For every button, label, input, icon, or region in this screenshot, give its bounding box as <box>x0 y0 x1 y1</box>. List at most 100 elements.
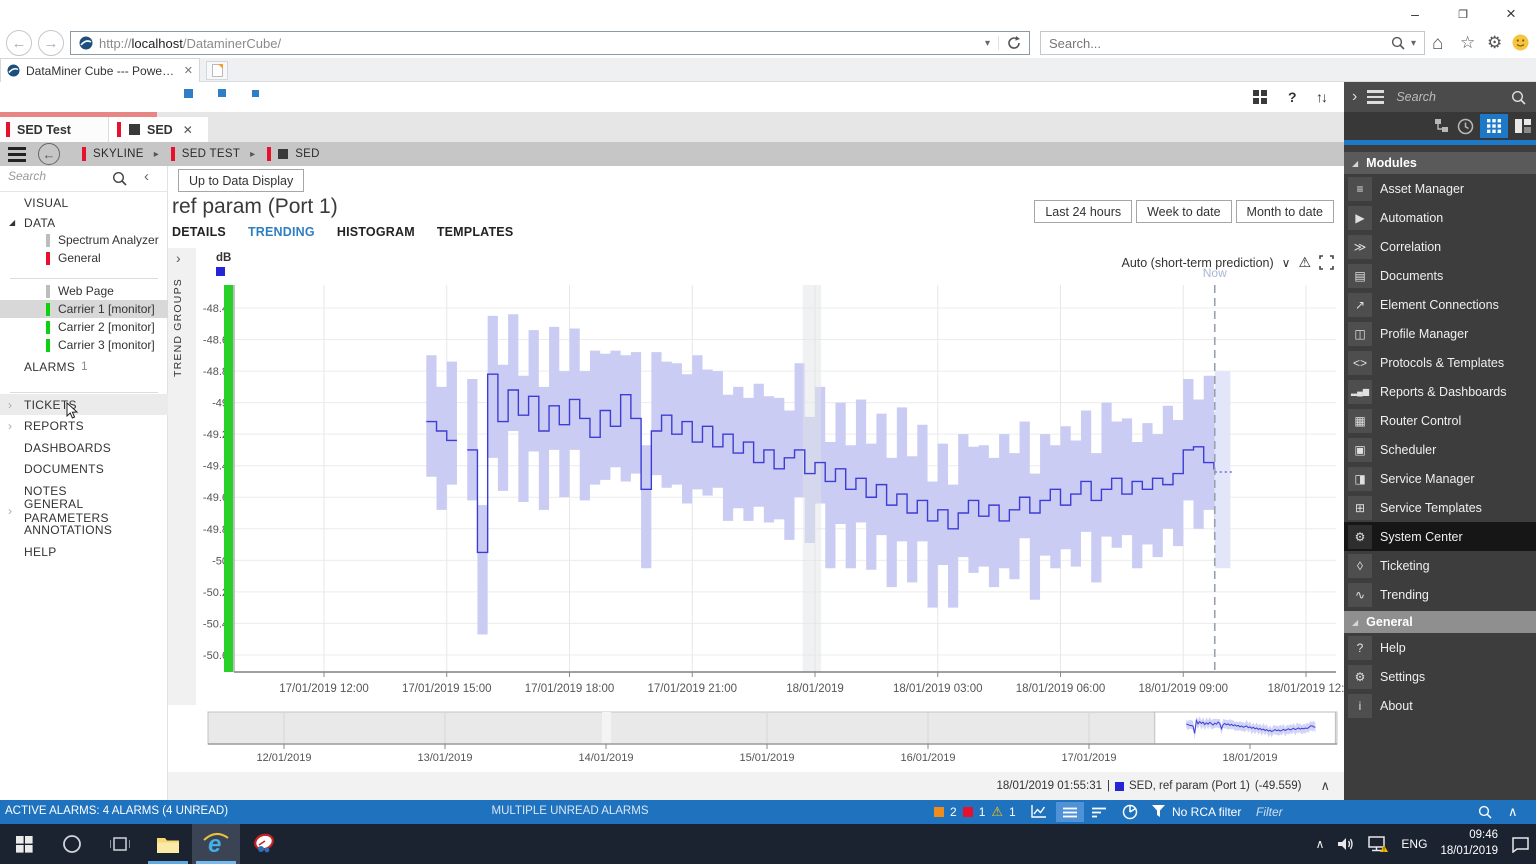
browser-search-input[interactable] <box>1041 36 1385 51</box>
tray-chevron-up-icon[interactable]: ∧ <box>1316 837 1325 851</box>
volume-icon[interactable] <box>1337 836 1355 852</box>
sidebar-item-tickets[interactable]: ›TICKETS <box>0 394 168 415</box>
dataminer-taskbar-icon[interactable] <box>240 824 288 864</box>
browser-tab[interactable]: DataMiner Cube --- Powere... ✕ <box>0 58 200 82</box>
module-asset-manager[interactable]: ≡Asset Manager <box>1344 174 1536 203</box>
sidebar-item-carrier-1-monitor-[interactable]: Carrier 1 [monitor] <box>0 300 168 318</box>
module-router-control[interactable]: ▦Router Control <box>1344 406 1536 435</box>
up-to-data-display-button[interactable]: Up to Data Display <box>178 169 304 192</box>
trend-groups-expander-icon[interactable]: › <box>176 250 181 266</box>
breadcrumb-back-icon[interactable]: ← <box>38 143 60 165</box>
sidebar-item-general[interactable]: General <box>0 249 168 267</box>
layout-view-icon[interactable] <box>1514 118 1532 134</box>
settings-gear-icon[interactable]: ⚙ <box>1487 33 1502 53</box>
history-clock-icon[interactable] <box>1457 118 1474 135</box>
browser-forward-button[interactable]: → <box>38 30 64 56</box>
sidebar-item-carrier-3-monitor-[interactable]: Carrier 3 [monitor] <box>0 336 168 354</box>
section-collapse-icon[interactable]: ◢ <box>1352 159 1358 168</box>
sidebar-item-alarms[interactable]: ALARMS1 <box>0 356 168 377</box>
tab-histogram[interactable]: HISTOGRAM <box>337 225 415 239</box>
sidebar-search-input[interactable] <box>8 169 108 183</box>
week-to-date-button[interactable]: Week to date <box>1136 200 1231 223</box>
sidebar-search[interactable]: ‹ <box>0 166 168 192</box>
action-center-icon[interactable] <box>1511 836 1530 853</box>
module-system-center[interactable]: ⚙System Center <box>1344 522 1536 551</box>
cortana-button[interactable] <box>48 824 96 864</box>
section-collapse-icon[interactable]: ◢ <box>1352 618 1358 627</box>
tab-close-icon[interactable]: ✕ <box>184 64 193 77</box>
module-help[interactable]: ?Help <box>1344 633 1536 662</box>
breadcrumb-arrow-icon[interactable]: ▸ <box>250 149 255 160</box>
workspace-tab-sed-test[interactable]: SED Test <box>0 117 108 142</box>
module-service-manager[interactable]: ◨Service Manager <box>1344 464 1536 493</box>
collapse-panel-icon[interactable]: › <box>1352 88 1357 106</box>
module-about[interactable]: iAbout <box>1344 691 1536 720</box>
alarm-counts[interactable]: 21⚠1 <box>934 800 1016 824</box>
sidebar-item-general-parameters[interactable]: ›GENERAL PARAMETERS <box>0 500 168 521</box>
tab-details[interactable]: DETAILS <box>172 225 226 239</box>
sort-icon[interactable] <box>1092 806 1107 824</box>
sidebar-item-web-page[interactable]: Web Page <box>0 282 168 300</box>
file-explorer-button[interactable] <box>144 824 192 864</box>
internet-explorer-button[interactable]: e <box>192 824 240 864</box>
panel-search-input[interactable] <box>1396 90 1478 104</box>
module-profile-manager[interactable]: ◫Profile Manager <box>1344 319 1536 348</box>
module-scheduler[interactable]: ▣Scheduler <box>1344 435 1536 464</box>
home-icon[interactable]: ⌂ <box>1432 33 1443 55</box>
sidebar-item-visual[interactable]: VISUAL <box>0 192 168 213</box>
search-dropdown-icon[interactable]: ▾ <box>1411 38 1424 49</box>
trend-chart[interactable]: -48.4-48.6-48.8-49-49.2-49.4-49.6-49.8-5… <box>196 248 1344 708</box>
browser-back-button[interactable]: ← <box>6 30 32 56</box>
collapse-sidebar-icon[interactable]: ‹ <box>144 168 149 185</box>
sidebar-item-carrier-2-monitor-[interactable]: Carrier 2 [monitor] <box>0 318 168 336</box>
apps-grid-icon[interactable] <box>1253 90 1267 109</box>
favorites-star-icon[interactable]: ☆ <box>1460 33 1475 53</box>
module-reports-dashboards[interactable]: ▂▄▆Reports & Dashboards <box>1344 377 1536 406</box>
module-service-templates[interactable]: ⊞Service Templates <box>1344 493 1536 522</box>
start-button[interactable] <box>0 824 48 864</box>
grid-view-icon[interactable] <box>1480 114 1508 138</box>
chevron-up-icon[interactable]: ∧ <box>1508 804 1518 820</box>
new-tab-button[interactable] <box>206 61 228 80</box>
active-alarms-text[interactable]: ACTIVE ALARMS: 4 ALARMS (4 UNREAD) <box>5 805 228 817</box>
search-icon[interactable] <box>112 171 127 191</box>
sidebar-item-dashboards[interactable]: DASHBOARDS <box>0 437 168 458</box>
tree-expanded-icon[interactable]: ◢ <box>9 218 15 227</box>
alarm-trend-icon[interactable] <box>1030 803 1048 825</box>
rca-filter-label[interactable]: No RCA filter <box>1172 805 1241 819</box>
tab-close-icon[interactable]: ✕ <box>183 123 193 137</box>
search-icon[interactable] <box>1385 36 1411 50</box>
module-correlation[interactable]: ≫Correlation <box>1344 232 1536 261</box>
sidebar-item-documents[interactable]: DOCUMENTS <box>0 458 168 479</box>
window-close-button[interactable]: × <box>1494 3 1528 25</box>
task-view-button[interactable] <box>96 824 144 864</box>
sidebar-item-annotations[interactable]: ANNOTATIONS <box>0 519 168 540</box>
trend-overview[interactable]: 12/01/201913/01/201914/01/201915/01/2019… <box>196 708 1344 766</box>
alarm-filter-input[interactable] <box>1256 802 1462 822</box>
network-warning-icon[interactable]: ! <box>1368 836 1388 853</box>
sidebar-item-reports[interactable]: ›REPORTS <box>0 415 168 436</box>
tree-collapsed-icon[interactable]: › <box>8 419 12 433</box>
feedback-smiley-icon[interactable] <box>1512 34 1529 56</box>
module-ticketing[interactable]: ◊Ticketing <box>1344 551 1536 580</box>
last-24-hours-button[interactable]: Last 24 hours <box>1034 200 1132 223</box>
breadcrumb-arrow-icon[interactable]: ▸ <box>154 149 159 160</box>
module-documents[interactable]: ▤Documents <box>1344 261 1536 290</box>
tree-collapsed-icon[interactable]: › <box>8 504 12 518</box>
module-settings[interactable]: ⚙Settings <box>1344 662 1536 691</box>
url-dropdown-icon[interactable]: ▾ <box>977 38 998 49</box>
tab-trending[interactable]: TRENDING <box>248 225 315 239</box>
module-protocols-templates[interactable]: <>Protocols & Templates <box>1344 348 1536 377</box>
collapse-status-icon[interactable]: ∧ <box>1320 778 1330 794</box>
module-trending[interactable]: ∿Trending <box>1344 580 1536 609</box>
search-icon[interactable] <box>1478 805 1492 824</box>
browser-search-box[interactable]: ▾ <box>1040 31 1425 55</box>
window-maximize-button[interactable]: ❐ <box>1446 3 1480 25</box>
sidebar-item-help[interactable]: HELP <box>0 541 168 562</box>
breadcrumb-item[interactable]: SKYLINE <box>82 147 144 161</box>
tree-collapsed-icon[interactable]: › <box>8 398 12 412</box>
section-header-modules[interactable]: ◢Modules <box>1344 152 1536 174</box>
workspace-tab-sed[interactable]: SED ✕ <box>108 117 208 142</box>
sidebar-item-data[interactable]: ◢DATA <box>0 212 168 233</box>
sort-arrows-icon[interactable]: ↑↓ <box>1316 89 1326 105</box>
